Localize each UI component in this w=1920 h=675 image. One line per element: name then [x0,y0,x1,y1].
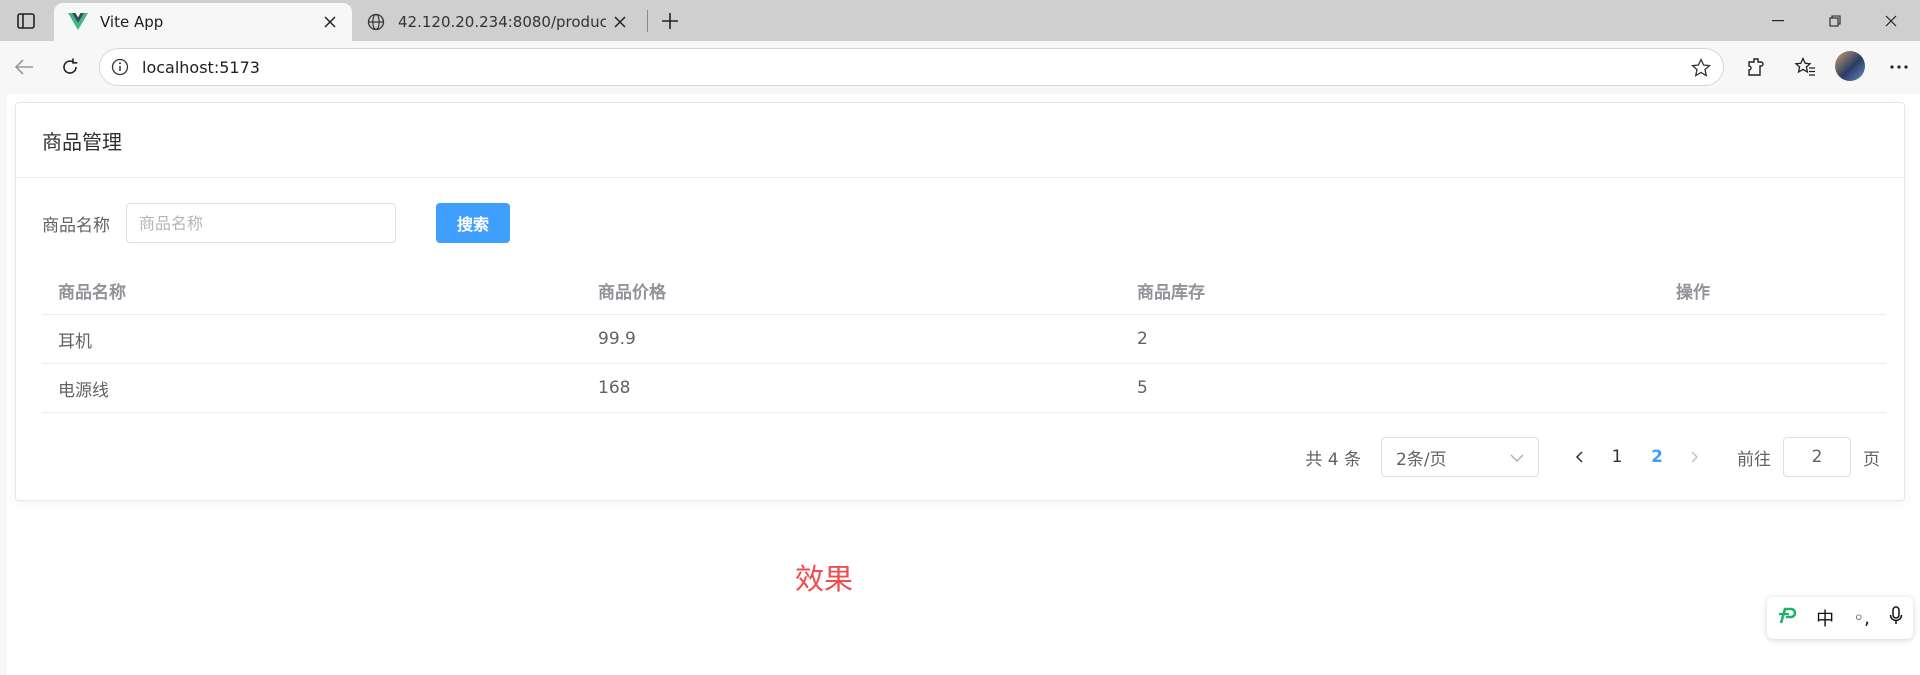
cell-price: 168 [598,378,631,398]
product-management-card: 商品管理 商品名称 搜索 商品名称 商品价格 商品库存 操作 耳机 99.9 2… [15,102,1905,501]
tab-strip: Vite App 42.120.20.234:8080/product/sele… [0,0,1920,41]
column-header-price: 商品价格 [598,282,666,303]
chevron-down-icon [1510,447,1524,467]
close-window-icon[interactable] [1862,0,1920,41]
goto-page-input[interactable] [1783,437,1851,477]
tab-title: Vite App [100,13,164,31]
url-text: localhost:5173 [142,58,260,77]
cell-name: 电源线 [58,380,109,401]
product-table: 商品名称 商品价格 商品库存 操作 耳机 99.9 2 电源线 168 5 [42,266,1886,413]
page-size-value: 2条/页 [1396,449,1447,470]
column-header-stock: 商品库存 [1137,282,1205,303]
tab-title: 42.120.20.234:8080/product/selec [398,13,606,31]
next-page-button[interactable] [1677,439,1713,475]
restore-icon[interactable] [1806,0,1864,41]
table-header: 商品名称 商品价格 商品库存 操作 [42,266,1886,315]
page-suffix: 页 [1863,449,1880,470]
profile-avatar[interactable] [1835,51,1865,81]
close-tab-icon[interactable] [316,8,344,36]
extensions-icon[interactable] [1740,51,1772,83]
tab-product-select[interactable]: 42.120.20.234:8080/product/selec [352,3,642,41]
browser-toolbar: localhost:5173 [0,41,1920,93]
more-options-icon[interactable] [1883,51,1915,83]
page-size-select[interactable]: 2条/页 [1381,437,1539,477]
search-button[interactable]: 搜索 [436,203,510,243]
effect-caption: 效果 [795,562,854,596]
new-tab-icon[interactable] [654,6,686,36]
pagination: 共 4 条 2条/页 1 2 前往 页 [1305,437,1880,477]
minimize-icon[interactable] [1749,0,1807,41]
globe-icon [366,12,386,32]
prev-page-button[interactable] [1561,439,1597,475]
table-row: 电源线 168 5 [42,364,1886,413]
microphone-icon[interactable] [1889,605,1903,631]
sidebar-toggle-icon[interactable] [8,8,44,34]
table-row: 耳机 99.9 2 [42,315,1886,364]
cell-price: 99.9 [598,329,636,349]
ime-mode-toggle[interactable]: 中 [1816,605,1834,631]
tab-divider [647,10,648,32]
favorite-star-icon[interactable] [1689,56,1713,80]
ime-punctuation-toggle[interactable]: ◦, [1854,608,1870,629]
goto-label: 前往 [1737,449,1771,470]
site-info-icon[interactable] [110,57,130,77]
card-header: 商品管理 [16,103,1904,178]
pagination-total: 共 4 条 [1305,449,1361,470]
page-number-1[interactable]: 1 [1597,447,1637,467]
cell-stock: 5 [1137,378,1148,398]
ime-toolbar: 中 ◦, [1767,597,1913,639]
vue-icon [68,12,88,32]
close-tab-icon[interactable] [606,8,634,36]
back-icon[interactable] [7,50,41,84]
cell-stock: 2 [1137,329,1148,349]
tab-vite-app[interactable]: Vite App [54,3,352,41]
favorites-list-icon[interactable] [1789,51,1821,83]
column-header-name: 商品名称 [58,282,126,303]
card-title: 商品管理 [42,129,122,154]
search-label: 商品名称 [42,215,110,236]
product-name-input[interactable] [126,203,396,243]
column-header-actions: 操作 [1676,282,1710,303]
address-bar[interactable]: localhost:5173 [99,48,1724,86]
page-number-2[interactable]: 2 [1637,447,1677,467]
search-form: 商品名称 搜索 [42,203,510,243]
ime-logo-icon[interactable] [1777,606,1797,631]
page-content: 商品管理 商品名称 搜索 商品名称 商品价格 商品库存 操作 耳机 99.9 2… [7,94,1920,675]
cell-name: 耳机 [58,331,92,352]
reload-icon[interactable] [53,50,87,84]
